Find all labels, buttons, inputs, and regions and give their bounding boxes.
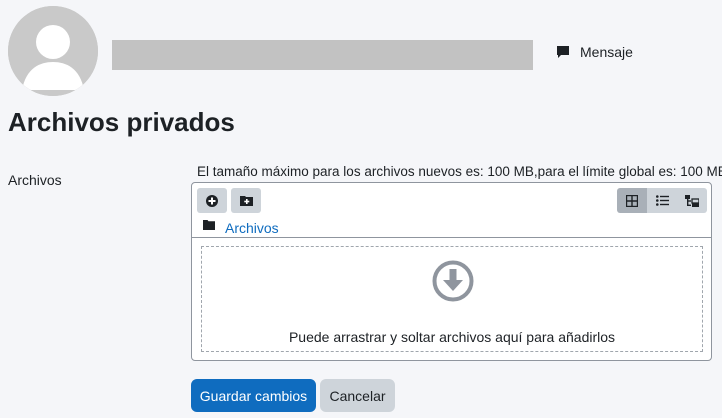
view-switcher — [617, 188, 707, 213]
file-manager-toolbar — [192, 183, 711, 217]
page-title: Archivos privados — [8, 107, 235, 137]
folder-plus-icon — [239, 196, 253, 206]
drop-zone[interactable]: Puede arrastrar y soltar archivos aquí p… — [201, 246, 703, 352]
tree-icon — [685, 194, 699, 207]
chat-bubble-icon — [557, 46, 569, 58]
message-button[interactable]: Mensaje — [556, 42, 633, 62]
view-list-button[interactable] — [647, 188, 677, 213]
file-size-limits: El tamaño máximo para los archivos nuevo… — [197, 164, 722, 179]
file-manager: Archivos Puede arrastrar y soltar archiv… — [191, 182, 712, 361]
add-file-button[interactable] — [197, 188, 227, 213]
files-field-label: Archivos — [8, 172, 62, 188]
message-label: Mensaje — [580, 44, 633, 60]
drop-zone-text: Puede arrastrar y soltar archivos aquí p… — [288, 329, 616, 345]
user-avatar-icon — [8, 6, 98, 96]
user-name-redacted — [112, 40, 533, 70]
plus-circle-icon — [206, 194, 218, 207]
download-arrow-icon — [432, 260, 474, 302]
create-folder-button[interactable] — [231, 188, 261, 213]
breadcrumb-root-link[interactable]: Archivos — [225, 220, 279, 236]
breadcrumb: Archivos — [192, 217, 711, 238]
list-icon — [655, 195, 669, 206]
icon-grid-icon — [626, 194, 638, 207]
view-icons-button[interactable] — [617, 188, 647, 213]
folder-icon — [203, 220, 215, 230]
cancel-button[interactable]: Cancelar — [320, 379, 395, 412]
save-changes-button[interactable]: Guardar cambios — [191, 379, 316, 412]
view-tree-button[interactable] — [677, 188, 707, 213]
avatar — [8, 6, 98, 96]
